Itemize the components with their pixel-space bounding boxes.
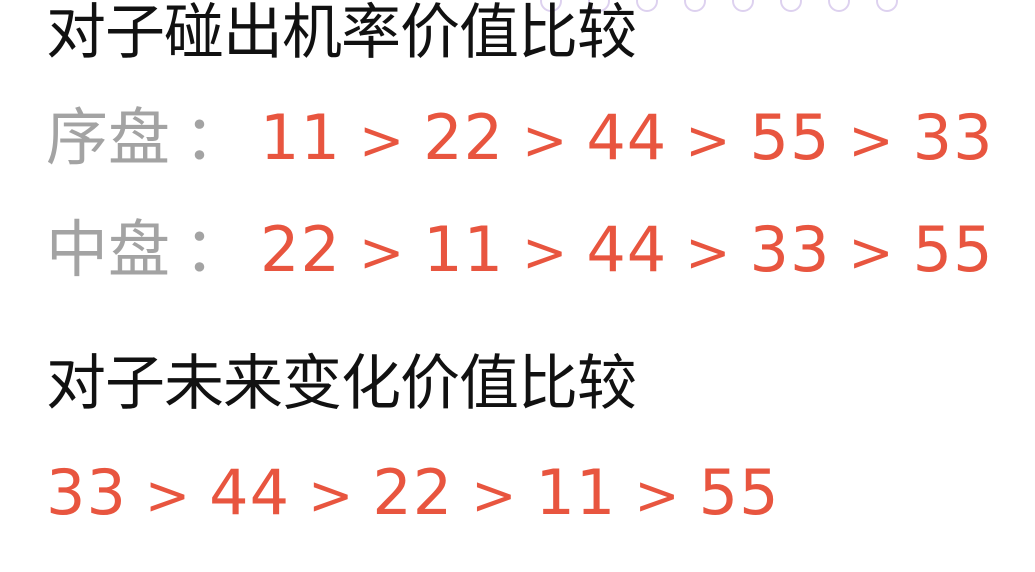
heading-collision-probability: 对子碰出机率价值比较 xyxy=(46,0,637,68)
greater-than-sign: > xyxy=(685,221,732,284)
deco-circle-icon xyxy=(780,0,802,12)
greater-than-sign: > xyxy=(522,221,569,284)
deco-circle-icon xyxy=(732,0,754,12)
greater-than-sign: > xyxy=(848,221,895,284)
ranking-sequence: 11 > 22 > 44 > 55 > 33 xyxy=(260,107,994,169)
row-mid-game: 中盘 ： 22 > 11 > 44 > 33 > 55 xyxy=(46,219,994,281)
rank-value: 44 xyxy=(586,101,668,174)
greater-than-sign: > xyxy=(358,221,406,284)
greater-than-sign: > xyxy=(471,464,518,527)
rank-value: 55 xyxy=(749,101,831,174)
rank-value: 11 xyxy=(423,213,505,286)
rank-value: 44 xyxy=(209,456,291,529)
deco-circle-icon xyxy=(684,0,706,12)
row-early-game: 序盘 ： 11 > 22 > 44 > 55 > 33 xyxy=(46,107,994,169)
heading-future-value: 对子未来变化价值比较 xyxy=(46,349,637,419)
rank-value: 33 xyxy=(46,456,127,529)
deco-circle-icon xyxy=(828,0,850,12)
rank-value: 33 xyxy=(912,101,994,174)
rank-value: 22 xyxy=(423,101,505,174)
row-colon: ： xyxy=(184,101,247,174)
rank-value: 55 xyxy=(912,213,994,286)
rank-value: 22 xyxy=(260,213,341,286)
row-label-early: 序盘 xyxy=(46,101,171,174)
slide: 对子碰出机率价值比较 序盘 ： 11 > 22 > 44 > 55 > 33 中… xyxy=(0,0,1035,572)
rank-value: 22 xyxy=(372,456,454,529)
greater-than-sign: > xyxy=(358,109,406,172)
greater-than-sign: > xyxy=(144,464,192,527)
greater-than-sign: > xyxy=(685,109,732,172)
greater-than-sign: > xyxy=(634,464,681,527)
rank-value: 55 xyxy=(698,456,780,529)
greater-than-sign: > xyxy=(848,109,895,172)
greater-than-sign: > xyxy=(308,464,355,527)
ranking-sequence: 33 > 44 > 22 > 11 > 55 xyxy=(46,462,780,524)
deco-circle-icon xyxy=(636,0,658,12)
greater-than-sign: > xyxy=(522,109,569,172)
row-label-mid: 中盘 xyxy=(46,213,171,286)
rank-value: 11 xyxy=(535,456,617,529)
rank-value: 44 xyxy=(586,213,668,286)
deco-circle-icon xyxy=(876,0,898,12)
row-future: 33 > 44 > 22 > 11 > 55 xyxy=(46,462,780,524)
ranking-sequence: 22 > 11 > 44 > 33 > 55 xyxy=(260,219,994,281)
row-colon: ： xyxy=(184,213,247,286)
rank-value: 33 xyxy=(749,213,831,286)
rank-value: 11 xyxy=(260,101,341,174)
